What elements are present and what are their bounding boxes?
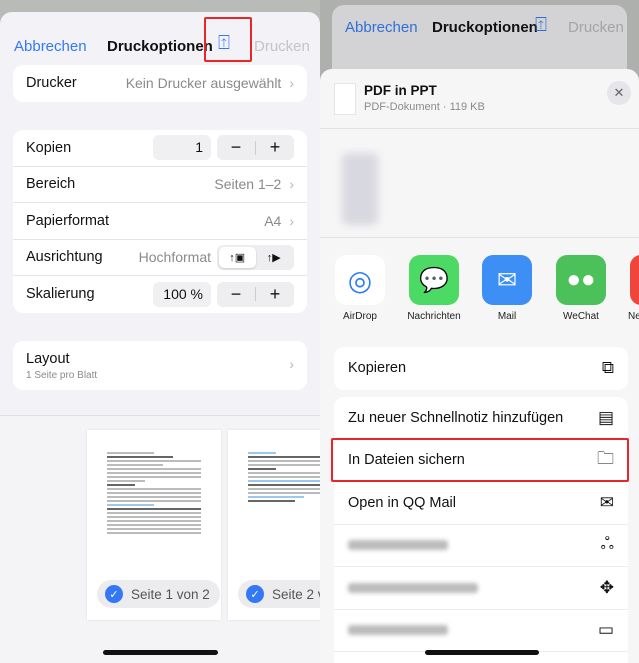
app-label: Nachrichten (407, 311, 461, 322)
highlight-box (331, 438, 629, 482)
minus-button[interactable]: − (217, 137, 255, 158)
app-label: AirDrop (343, 311, 377, 322)
scale-input[interactable]: 100 % (153, 281, 211, 307)
mail-icon: ✉ (482, 255, 532, 305)
page-title: Druckoptionen (107, 38, 213, 55)
app-mail[interactable]: ✉ Mail (477, 255, 537, 322)
paper-row[interactable]: Papierformat A4 › (13, 203, 307, 240)
home-indicator (425, 650, 539, 655)
page-thumbnail-1[interactable]: ✓ Seite 1 von 2 (87, 430, 221, 620)
copies-row: Kopien 1− + (13, 130, 307, 167)
paper-value: A4 (264, 212, 282, 229)
share-screen: Abbrechen Druckoptionen ⍐ Drucken PDF in… (320, 0, 639, 663)
app-logo-icon: ✥ (599, 577, 614, 597)
page-selector[interactable]: ✓ Seite 1 von 2 (97, 580, 220, 608)
copies-input[interactable]: 1 (153, 135, 211, 161)
tray-icon: ▭ (597, 620, 614, 640)
blurred-label (348, 625, 448, 636)
cloud-icon: ஃ (600, 534, 614, 554)
app-wechat[interactable]: ●● WeChat (551, 255, 611, 322)
airdrop-icon: ◎ (335, 255, 385, 305)
print-button: Drucken (568, 19, 624, 36)
orientation-row: Ausrichtung Hochformat ↑▣ ↑▶ (13, 240, 307, 276)
action-label: Zu neuer Schnellnotiz hinzufügen (348, 409, 564, 426)
app-label: WeChat (563, 311, 599, 322)
copies-label: Kopien (26, 139, 72, 156)
chevron-right-icon: › (289, 356, 294, 372)
app-netease[interactable]: Netl (624, 255, 639, 322)
copies-stepper[interactable]: − + (217, 135, 294, 161)
range-row[interactable]: Bereich Seiten 1–2 › (13, 167, 307, 203)
share-sheet: PDF in PPT PDF-Dokument · 119 KB ✕ ◎ AirD… (320, 69, 639, 663)
quicknote-action[interactable]: Zu neuer Schnellnotiz hinzufügen ▤ (334, 397, 628, 440)
minus-button[interactable]: − (217, 284, 255, 305)
home-indicator (103, 650, 218, 655)
orientation-value: Hochformat (138, 249, 211, 266)
cancel-button: Abbrechen (345, 19, 418, 36)
blurred-contact[interactable] (342, 153, 378, 225)
copy-icon: ⧉ (601, 358, 614, 378)
printer-value: Kein Drucker ausgewählt (125, 75, 282, 92)
app-messages[interactable]: 💬 Nachrichten (404, 255, 464, 322)
printer-card: Drucker Kein Drucker ausgewählt › (13, 65, 307, 102)
file-name: PDF in PPT (364, 83, 437, 98)
blurred-action-3[interactable]: ▭ (334, 610, 628, 652)
quicknote-icon: ▤ (597, 407, 614, 427)
printer-row[interactable]: Drucker Kein Drucker ausgewählt › (13, 65, 307, 102)
actions-card: Zu neuer Schnellnotiz hinzufügen ▤ In Dat… (334, 397, 628, 663)
layout-label: Layout (26, 351, 70, 367)
portrait-icon[interactable]: ↑▣ (219, 246, 256, 268)
blurred-label (348, 540, 448, 551)
layout-row[interactable]: Layout 1 Seite pro Blatt › (13, 341, 307, 390)
qqmail-action[interactable]: Open in QQ Mail ✉ (334, 482, 628, 525)
page-label: Seite 1 von 2 (131, 586, 210, 602)
blurred-label (348, 582, 478, 593)
cancel-button[interactable]: Abbrechen (14, 38, 87, 55)
orientation-toggle[interactable]: ↑▣ ↑▶ (217, 244, 294, 270)
copy-action[interactable]: Kopieren ⧉ (334, 347, 628, 390)
blurred-action-1[interactable]: ஃ (334, 525, 628, 567)
options-card: Kopien 1− + Bereich Seiten 1–2 › Papierforma… (13, 130, 307, 313)
wechat-icon: ●● (556, 255, 606, 305)
copy-card: Kopieren ⧉ (334, 347, 628, 390)
page-title: Druckoptionen (432, 19, 538, 36)
scale-row: Skalierung 100 % − + (13, 276, 307, 313)
scale-label: Skalierung (26, 286, 95, 303)
range-value: Seiten 1–2 (214, 176, 282, 193)
page-selector[interactable]: ✓ Seite 2 von 2 (238, 580, 320, 608)
chevron-right-icon: › (289, 212, 294, 229)
printer-label: Drucker (26, 75, 77, 92)
print-options-screen: Abbrechen Druckoptionen ⍐ Drucken Drucke… (0, 0, 320, 663)
share-icon: ⍐ (535, 14, 547, 36)
orientation-label: Ausrichtung (26, 249, 103, 266)
blurred-action-2[interactable]: ✥ (334, 567, 628, 610)
app-label: Netl (628, 311, 639, 322)
checkmark-icon: ✓ (246, 585, 264, 603)
action-label: Kopieren (348, 360, 407, 377)
app-airdrop[interactable]: ◎ AirDrop (330, 255, 390, 322)
range-label: Bereich (26, 176, 76, 193)
paper-label: Papierformat (26, 212, 110, 229)
plus-button[interactable]: + (256, 284, 294, 305)
mail-icon: ✉ (599, 492, 614, 512)
highlight-box (204, 17, 252, 62)
page-thumbnail-2[interactable]: ✓ Seite 2 von 2 (228, 430, 320, 620)
landscape-icon[interactable]: ↑▶ (256, 247, 293, 268)
print-button[interactable]: Drucken (254, 38, 310, 55)
scale-stepper[interactable]: − + (217, 281, 294, 307)
close-button[interactable]: ✕ (607, 81, 631, 105)
checkmark-icon: ✓ (105, 585, 123, 603)
file-meta: PDF-Dokument · 119 KB (364, 101, 485, 113)
chevron-right-icon: › (289, 75, 294, 92)
plus-button[interactable]: + (256, 137, 294, 158)
file-thumbnail (334, 83, 356, 115)
chevron-right-icon: › (289, 176, 294, 193)
page-label: Seite 2 von 2 (272, 586, 320, 602)
layout-sub: 1 Seite pro Blatt (26, 370, 98, 381)
app-label: Mail (497, 311, 517, 322)
app-icon (630, 255, 639, 305)
action-label: Open in QQ Mail (348, 494, 456, 511)
messages-icon: 💬 (409, 255, 459, 305)
